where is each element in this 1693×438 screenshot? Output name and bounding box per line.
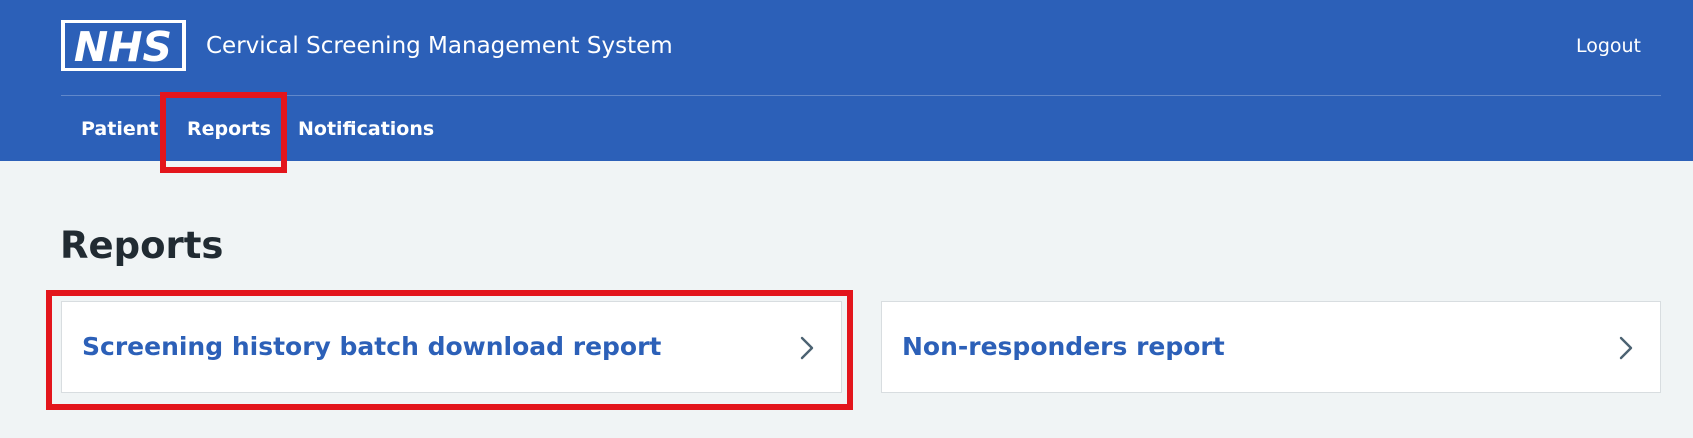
header-divider (61, 95, 1661, 96)
svg-text:NHS: NHS (74, 23, 172, 68)
logout-link[interactable]: Logout (1576, 30, 1641, 62)
nhs-logo-icon: NHS (65, 23, 182, 68)
nav-item-notifications[interactable]: Notifications (298, 110, 434, 148)
report-card-label[interactable]: Non-responders report (902, 329, 1225, 365)
service-name[interactable]: Cervical Screening Management System (206, 29, 673, 63)
nhs-logo[interactable]: NHS (61, 20, 186, 71)
report-card-non-responders[interactable]: Non-responders report (881, 301, 1661, 393)
report-card-screening-history[interactable]: Screening history batch download report (61, 301, 842, 393)
nav-item-reports[interactable]: Reports (187, 110, 271, 148)
report-card-label[interactable]: Screening history batch download report (82, 329, 661, 365)
chevron-right-icon (800, 336, 814, 360)
nav-item-patient[interactable]: Patient (81, 110, 158, 148)
site-header: NHS Cervical Screening Management System… (0, 0, 1693, 161)
chevron-right-icon (1619, 336, 1633, 360)
page-title: Reports (60, 224, 224, 267)
